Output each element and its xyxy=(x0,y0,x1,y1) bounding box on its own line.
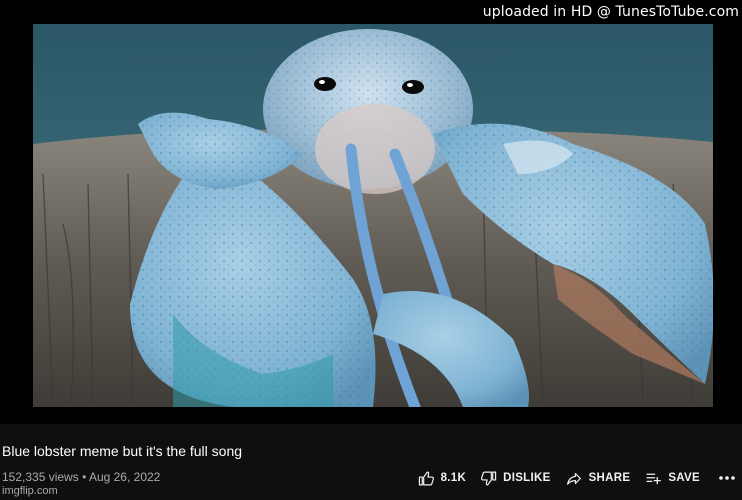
video-title: Blue lobster meme but it's the full song xyxy=(2,443,243,459)
save-button[interactable]: SAVE xyxy=(644,466,700,490)
upload-date: Aug 26, 2022 xyxy=(88,470,161,484)
watermark: uploaded in HD @ TunesToTube.com xyxy=(482,4,739,20)
imgflip-credit: imgflip.com xyxy=(2,485,58,497)
more-horiz-icon xyxy=(719,476,735,480)
more-actions-button[interactable] xyxy=(718,466,736,490)
share-label: SHARE xyxy=(588,472,631,484)
share-arrow-icon xyxy=(566,472,581,485)
dislike-label: DISLIKE xyxy=(503,472,551,484)
save-label: SAVE xyxy=(668,472,700,484)
meta-separator: • xyxy=(82,470,87,484)
video-player[interactable]: uploaded in HD @ TunesToTube.com xyxy=(0,0,742,424)
video-meta: 152,335 views • Aug 26, 2022 xyxy=(2,470,160,484)
action-bar: 8.1K DISLIKE SHARE SAVE xyxy=(418,466,736,490)
like-button[interactable]: 8.1K xyxy=(418,466,467,490)
thumb-up-icon xyxy=(418,471,434,485)
like-count: 8.1K xyxy=(440,472,467,484)
thumb-down-icon xyxy=(481,471,497,485)
dislike-button[interactable]: DISLIKE xyxy=(480,466,550,490)
share-button[interactable]: SHARE xyxy=(565,466,631,490)
playlist-add-icon xyxy=(646,473,662,484)
video-frame[interactable] xyxy=(33,24,713,407)
view-count: 152,335 views xyxy=(2,470,79,484)
blue-lobster-thumbnail xyxy=(33,24,713,407)
